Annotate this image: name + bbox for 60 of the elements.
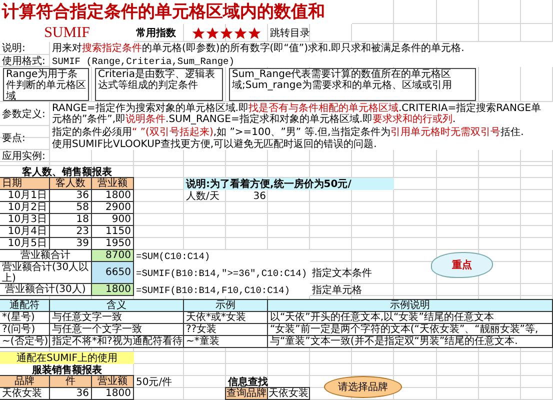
column-header: 示例 — [183, 299, 268, 312]
formula-text: =SUMIF(B10:B14,F10,C10:C14) — [134, 284, 310, 296]
star-icon — [248, 26, 260, 40]
row-label: 说明: — [1, 42, 26, 55]
note-text: 指定文本条件 — [311, 266, 373, 280]
table-cell: ~(否定号) — [0, 335, 50, 348]
dropdown-field[interactable]: 天依女装 — [267, 387, 310, 400]
callout-box: Range为用于条件判断的单元格区域 — [3, 68, 89, 101]
cloud-callout: 重点 — [431, 252, 493, 278]
sheet-title: 计算符合指定条件的单元格区域内的数值和 — [0, 0, 352, 24]
note-text: 说明:为了看着方便,统一房价为50元/ — [184, 178, 394, 190]
key-point-text: 使用SUMIF比VLOOKUP查找更方便,可以避免无匹配时返回的错误的问题. — [50, 138, 553, 150]
table-title: 客人数、销售额报表 — [21, 166, 113, 178]
column-header: 客人数 — [49, 177, 92, 190]
star-icon — [206, 26, 218, 40]
table-cell: 与“童装”文本一致(并不是指定双“男装”结尾的任意文本. — [267, 335, 553, 348]
star-icon — [234, 26, 246, 40]
key-point-text: 指定的条件必须用“ ”(双引号括起来),如 ”>=100、”男” 等.但,当指定条件为引用单元格时无需双引号括住. — [50, 126, 553, 138]
star-icon — [220, 26, 232, 40]
total-value: 1800 — [91, 283, 134, 296]
column-header: 营业额 — [91, 375, 134, 388]
parameter-definition: RANGE=指定作为搜索对象的单元格区域.即找是否有与条件相配的单元格区域.CRITERIA=指定搜索RANGE单元格的”条件”,即说明条件.SUM_RANGE=指定求和对象的单元格区域.即要求求和的行或列. — [50, 102, 553, 126]
column-header: 品牌 — [0, 375, 50, 388]
table-cell: 1800 — [91, 387, 134, 400]
table-cell: 天依女装 — [0, 387, 50, 400]
callout-box: Criteria是由数字、逻辑表达式等组成的判定条件 — [95, 68, 223, 101]
formula-text: =SUM(C10:C14) — [134, 250, 310, 262]
row-label: 要点: — [1, 132, 26, 146]
total-label: 营业额合计(30人) — [0, 283, 92, 296]
table-cell: 指定不将*和?视为通配符看待 — [49, 335, 184, 348]
callout-box: Sum_Range代表需要计算的数值所在的单元格区域;Sum_range为需要求和的单元格、区域或引用 — [229, 68, 476, 101]
total-value: 8700 — [91, 249, 134, 262]
column-header: 示例说明 — [267, 299, 553, 312]
table-cell-text: 36 — [252, 190, 267, 202]
table-title: 服装销售额报表 — [32, 364, 103, 376]
column-header: 通配符 — [0, 299, 50, 312]
frequency-label: 常用指数 — [135, 26, 177, 40]
cell-label: 查询品牌 — [225, 387, 268, 400]
formula-text: =SUMIF(B10:B14,">=36",C10:C14) — [134, 262, 310, 284]
cell-label: 人数/天 — [185, 190, 220, 202]
column-header: 含义 — [49, 299, 184, 312]
row-label: 应用实例: — [1, 150, 46, 162]
section-label: 通配在SUMIF上的使用 — [0, 352, 134, 364]
column-header: 件 — [49, 375, 92, 388]
note-text: 指定单元格 — [311, 284, 363, 296]
row-label: 参数定义: — [1, 108, 46, 122]
table-cell: ~*童装 — [183, 335, 268, 348]
column-header: 营业额 — [91, 177, 134, 190]
description-text: 用来对搜索指定条件的单元格(即参数)的所有数字(即“值”)求和.即只求和被满足条件的单元格. — [50, 42, 553, 55]
star-icon — [192, 26, 204, 40]
speech-bubble: 请选择品牌 — [324, 376, 402, 398]
total-value: 6650 — [91, 261, 134, 284]
syntax-text: SUMIF (Range,Criteria,Sum_Range) — [50, 55, 553, 67]
row-label: 使用格式: — [1, 55, 46, 67]
column-header: 日期 — [0, 177, 50, 190]
jump-link[interactable]: 跳转目录 — [270, 28, 310, 38]
function-name: SUMIF — [0, 24, 134, 42]
lookup-title: 信息查找 — [226, 376, 269, 388]
price-text: 50元/件 — [135, 376, 174, 388]
table-cell: 36 — [49, 387, 92, 400]
